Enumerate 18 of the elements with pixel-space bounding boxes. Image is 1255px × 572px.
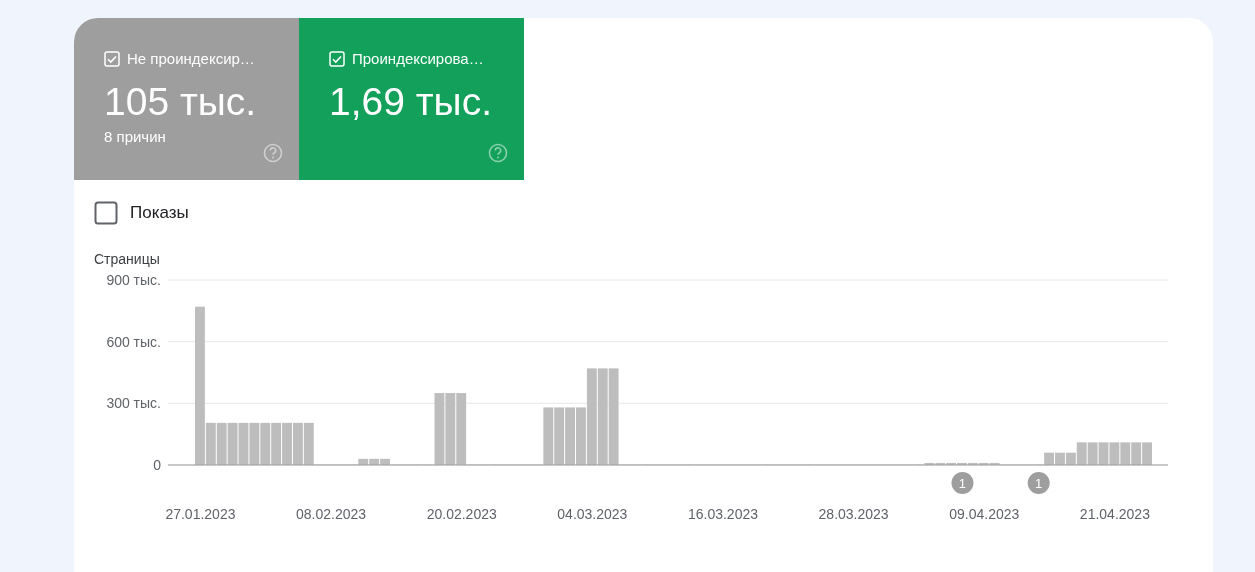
axis-label: 20.02.2023: [426, 506, 497, 522]
axis-label: 09.04.2023: [949, 506, 1020, 522]
metric-value: 105 тыс.: [104, 80, 258, 124]
axis-title: Страницы: [94, 251, 160, 267]
axis-label: 28.03.2023: [818, 506, 889, 522]
axis-label: 08.02.2023: [296, 506, 367, 522]
axis-label: 900 тыс.: [106, 272, 161, 288]
axis-label: 600 тыс.: [106, 333, 161, 350]
metric-label: Не проиндексир…: [127, 50, 255, 67]
axis-label: 16.03.2023: [687, 506, 759, 522]
metric-caption: 8 причин: [104, 128, 167, 145]
axis-label: 300 тыс.: [106, 395, 161, 412]
metric-value: 1,69 тыс.: [329, 80, 493, 124]
axis-label: 21.04.2023: [1079, 506, 1150, 522]
metric-label: Проиндексирова…: [352, 50, 484, 67]
axis-label: 0: [153, 457, 161, 473]
axis-label: 04.03.2023: [557, 506, 628, 522]
axis-label: 27.01.2023: [165, 506, 236, 522]
